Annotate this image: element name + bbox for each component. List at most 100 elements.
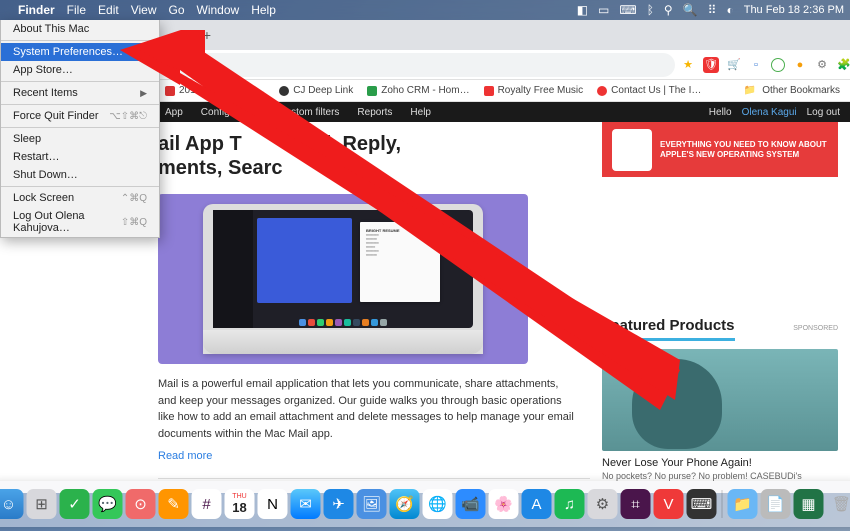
nav-app[interactable]: App bbox=[165, 107, 183, 118]
control-center-icon[interactable]: ⠿ bbox=[708, 3, 717, 17]
dock-feedly[interactable]: ✓ bbox=[60, 489, 90, 519]
bookmark-icon bbox=[279, 86, 289, 96]
ext-puzzle-icon[interactable]: 🧩 bbox=[837, 58, 850, 72]
nav-hello: Hello bbox=[709, 107, 732, 118]
nav-configuration[interactable]: Configuration bbox=[201, 107, 260, 118]
dock-terminal[interactable]: ⌨ bbox=[687, 489, 717, 519]
menu-app-store[interactable]: App Store… bbox=[1, 61, 159, 79]
laptop-graphic: BRIGHT RESUME━━━━━━━━━━━━━━━━━━━━━━━━━━━… bbox=[203, 204, 483, 354]
product-title[interactable]: Never Lose Your Phone Again! bbox=[602, 457, 838, 469]
menu-file[interactable]: File bbox=[67, 3, 86, 17]
bookmark-china[interactable]: 2016/2017 China… bbox=[165, 85, 265, 96]
ext-cart-icon[interactable]: 🛒 bbox=[727, 58, 741, 72]
nav-logout[interactable]: Log out bbox=[807, 107, 840, 118]
bookmark-contact[interactable]: Contact Us | The I… bbox=[597, 85, 701, 96]
menu-view[interactable]: View bbox=[131, 3, 157, 17]
bookmark-icon bbox=[165, 86, 175, 96]
menu-sleep[interactable]: Sleep bbox=[1, 130, 159, 148]
search-icon[interactable]: 🔍 bbox=[683, 3, 698, 17]
bookmark-icon bbox=[597, 86, 607, 96]
sponsored-label: SPONSORED bbox=[793, 325, 838, 332]
dock-zoom[interactable]: 📹 bbox=[456, 489, 486, 519]
dock-slack[interactable]: # bbox=[192, 489, 222, 519]
bluetooth-icon[interactable]: ᛒ bbox=[647, 3, 654, 17]
menu-clock[interactable]: Thu Feb 18 2:36 PM bbox=[744, 4, 844, 16]
article-excerpt: Mail is a powerful email application tha… bbox=[158, 376, 578, 442]
keyboard-icon[interactable]: ⌨ bbox=[619, 3, 636, 17]
menu-log-out[interactable]: Log Out Olena Kahujova…⇧⌘Q bbox=[1, 207, 159, 237]
folder-icon: 📁 bbox=[744, 85, 756, 96]
menu-app-name[interactable]: Finder bbox=[18, 3, 55, 17]
ext-gear-icon[interactable]: ⚙ bbox=[815, 58, 829, 72]
menu-window[interactable]: Window bbox=[197, 3, 240, 17]
dock-finder[interactable]: ☺ bbox=[0, 489, 24, 519]
ext-star-icon[interactable]: ★ bbox=[681, 58, 695, 72]
dock-chrome[interactable]: 🌐 bbox=[423, 489, 453, 519]
promo-banner[interactable]: EVERYTHING YOU NEED TO KNOW ABOUT APPLE'… bbox=[602, 122, 838, 177]
menu-shutdown[interactable]: Shut Down… bbox=[1, 166, 159, 184]
other-bookmarks[interactable]: Other Bookmarks bbox=[762, 85, 840, 96]
dock-preview[interactable]: 🖼 bbox=[357, 489, 387, 519]
wifi-icon[interactable]: ⚲ bbox=[664, 3, 673, 17]
menu-go[interactable]: Go bbox=[169, 3, 185, 17]
ext-shield-icon[interactable]: 🛡 bbox=[703, 57, 719, 73]
menu-force-quit[interactable]: Force Quit Finder⌥⇧⌘⎋ bbox=[1, 107, 159, 125]
menagent-icon[interactable]: ◧ bbox=[577, 3, 588, 17]
bookmark-cj[interactable]: CJ Deep Link bbox=[279, 85, 353, 96]
ext-dot-icon[interactable]: ● bbox=[793, 58, 807, 72]
nav-reports[interactable]: Reports bbox=[357, 107, 392, 118]
bookmark-royalty[interactable]: Royalty Free Music bbox=[484, 85, 584, 96]
product-image[interactable] bbox=[602, 349, 838, 451]
dock-settings[interactable]: ⚙ bbox=[588, 489, 618, 519]
dock-spotify[interactable]: ♫ bbox=[555, 489, 585, 519]
read-more-link[interactable]: Read more bbox=[158, 450, 590, 462]
dock-excel[interactable]: ▦ bbox=[794, 489, 824, 519]
dock-separator bbox=[722, 490, 723, 518]
dock-folder[interactable]: 📁 bbox=[728, 489, 758, 519]
nav-custom-filters[interactable]: Custom filters bbox=[278, 107, 339, 118]
menu-bar-right: ◧ ▭ ⌨ ᛒ ⚲ 🔍 ⠿ ◐ Thu Feb 18 2:36 PM bbox=[577, 3, 844, 17]
menu-edit[interactable]: Edit bbox=[98, 3, 119, 17]
dock-launchpad[interactable]: ⊞ bbox=[27, 489, 57, 519]
dock-appstore[interactable]: A bbox=[522, 489, 552, 519]
dock-spark[interactable]: ✈ bbox=[324, 489, 354, 519]
new-tab-button[interactable]: + bbox=[193, 22, 221, 48]
address-bar[interactable] bbox=[165, 53, 675, 77]
dock-mail[interactable]: ✉ bbox=[291, 489, 321, 519]
menu-help[interactable]: Help bbox=[251, 3, 276, 17]
menu-restart[interactable]: Restart… bbox=[1, 148, 159, 166]
menu-lock-screen[interactable]: Lock Screen⌃⌘Q bbox=[1, 189, 159, 207]
tab-close-icon[interactable]: × bbox=[165, 22, 193, 48]
apple-menu-dropdown: About This Mac System Preferences… App S… bbox=[0, 20, 160, 238]
dock-slack2[interactable]: ⌗ bbox=[621, 489, 651, 519]
dock-trash[interactable]: 🗑 bbox=[827, 489, 850, 519]
bookmark-zoho[interactable]: Zoho CRM - Hom… bbox=[367, 85, 469, 96]
dock-messages[interactable]: 💬 bbox=[93, 489, 123, 519]
dock-doc[interactable]: 📄 bbox=[761, 489, 791, 519]
nav-username[interactable]: Olena Kagui bbox=[742, 107, 797, 118]
dock-calendar[interactable]: THU18 bbox=[225, 489, 255, 519]
article-hero-image: BRIGHT RESUME━━━━━━━━━━━━━━━━━━━━━━━━━━━… bbox=[158, 194, 528, 364]
siri-icon[interactable]: ◐ bbox=[726, 3, 733, 17]
menu-recent-items[interactable]: Recent Items▶ bbox=[1, 84, 159, 102]
battery-icon[interactable]: ▭ bbox=[598, 3, 609, 17]
dock-asana[interactable]: ⊙ bbox=[126, 489, 156, 519]
nav-help[interactable]: Help bbox=[410, 107, 431, 118]
dock-notion[interactable]: N bbox=[258, 489, 288, 519]
menu-bar: Finder File Edit View Go Window Help ◧ ▭… bbox=[0, 0, 850, 20]
article-title: ail App Tips: Send, Reply, ments, Search… bbox=[158, 132, 590, 180]
featured-heading: Featured Products bbox=[602, 317, 735, 341]
dock-pages[interactable]: ✎ bbox=[159, 489, 189, 519]
dock-safari[interactable]: 🧭 bbox=[390, 489, 420, 519]
ext-box-icon[interactable]: ▫ bbox=[749, 58, 763, 72]
extension-icons: ★ 🛡 🛒 ▫ ● ⚙ 🧩 ⋮ bbox=[681, 57, 850, 73]
dock: ☺ ⊞ ✓ 💬 ⊙ ✎ # THU18 N ✉ ✈ 🖼 🧭 🌐 📹 🌸 A ♫ … bbox=[0, 481, 850, 527]
menu-system-preferences[interactable]: System Preferences… bbox=[1, 43, 159, 61]
ext-circle-icon[interactable] bbox=[771, 58, 785, 72]
dock-vivaldi[interactable]: V bbox=[654, 489, 684, 519]
dock-photos[interactable]: 🌸 bbox=[489, 489, 519, 519]
promo-phone-icon bbox=[612, 129, 652, 171]
chevron-right-icon: ▶ bbox=[140, 88, 147, 99]
menu-about-this-mac[interactable]: About This Mac bbox=[1, 20, 159, 38]
menu-bar-left: Finder File Edit View Go Window Help bbox=[6, 3, 276, 17]
